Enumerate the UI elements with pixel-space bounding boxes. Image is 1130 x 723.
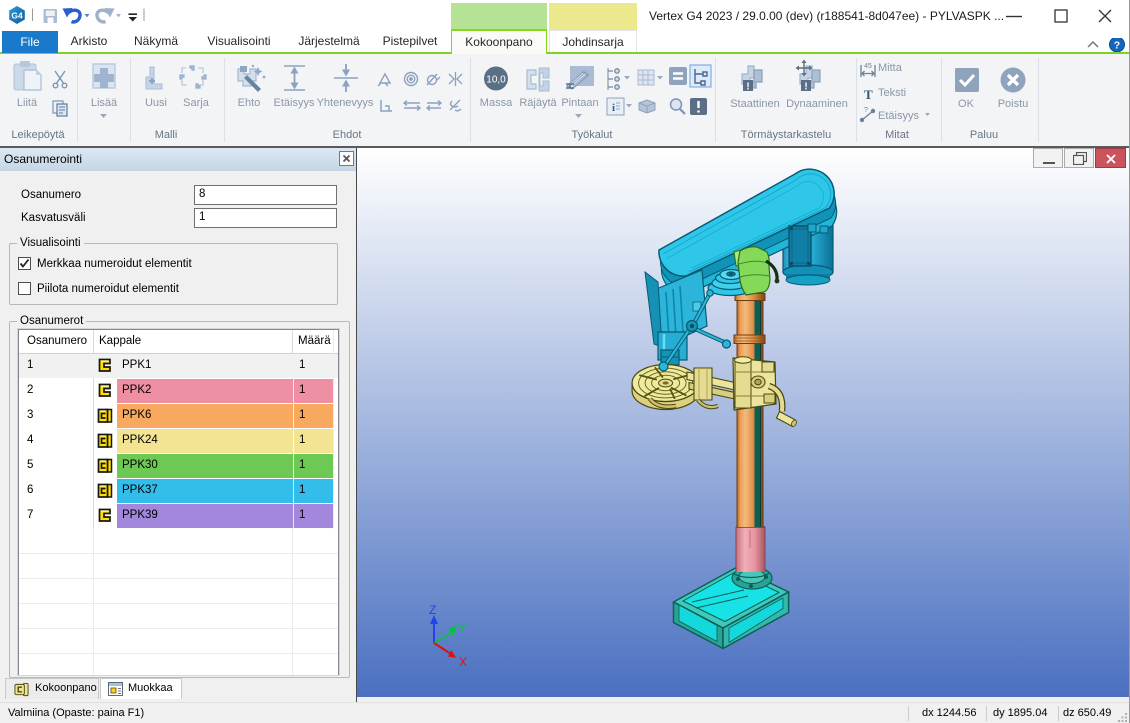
svg-text:i: i	[612, 102, 615, 114]
svg-text:?: ?	[864, 107, 868, 114]
svg-text:Y: Y	[458, 621, 466, 635]
svg-text:!: !	[804, 82, 807, 93]
svg-text:45: 45	[864, 63, 872, 70]
svg-text:10,0: 10,0	[486, 75, 506, 86]
svg-text:G4: G4	[11, 11, 23, 21]
svg-text:T: T	[864, 87, 873, 102]
svg-text:Z: Z	[429, 603, 436, 617]
svg-text:!: !	[746, 82, 749, 93]
svg-text:?: ?	[1114, 40, 1120, 52]
svg-text:X: X	[459, 655, 467, 669]
